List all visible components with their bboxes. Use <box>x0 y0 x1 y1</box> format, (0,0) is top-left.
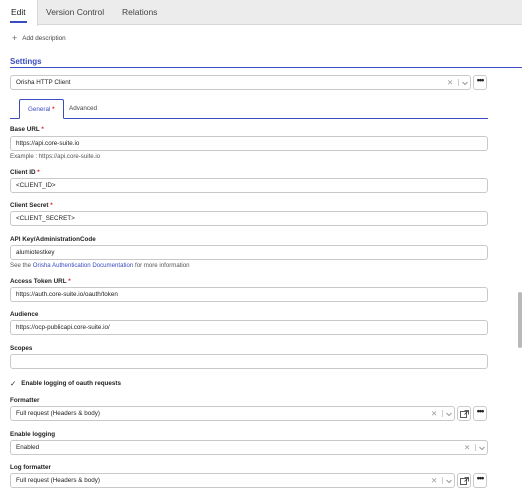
api-key-help: See the Orisha Authentication Documentat… <box>10 262 190 269</box>
client-select-value: Orisha HTTP Client <box>16 79 71 86</box>
plus-icon: + <box>12 33 18 43</box>
subtab-general-required-marker: * <box>52 106 55 113</box>
formatter-label: Formatter <box>10 397 40 404</box>
client-id-label-text: Client ID <box>10 169 36 176</box>
clear-icon[interactable]: ✕ <box>431 407 437 420</box>
api-key-value: alumiotestkey <box>16 249 55 256</box>
ellipsis-icon: ••• <box>476 473 485 483</box>
client-secret-label-text: Client Secret <box>10 202 49 209</box>
audience-label: Audience <box>10 311 39 318</box>
audience-input[interactable]: https://ocp-publicapi.core-suite.io/ <box>10 320 488 335</box>
client-id-label: Client ID * <box>10 169 40 176</box>
api-key-label: API Key/AdministrationCode <box>10 236 96 243</box>
base-url-label-text: Base URL <box>10 126 40 133</box>
tab-version-control[interactable]: Version Control <box>35 0 115 25</box>
required-marker: * <box>41 126 44 133</box>
top-tab-bar: Edit Version Control Relations <box>0 0 522 26</box>
client-id-value: <CLIENT_ID> <box>16 182 56 189</box>
base-url-label: Base URL * <box>10 126 44 133</box>
checkmark-icon: ✓ <box>10 379 17 388</box>
enable-logging-select[interactable]: Enabled ✕ <box>10 440 488 455</box>
required-marker: * <box>50 202 53 209</box>
client-secret-label: Client Secret * <box>10 202 53 209</box>
add-description-button[interactable]: + Add description <box>12 34 66 43</box>
client-select[interactable]: Orisha HTTP Client ✕ <box>10 75 471 90</box>
select-separator <box>458 79 459 86</box>
chevron-down-icon[interactable] <box>478 444 486 452</box>
subtab-general-label: General <box>28 106 51 113</box>
authentication-docs-link[interactable]: Orisha Authentication Documentation <box>33 262 134 269</box>
client-secret-input[interactable]: <CLIENT_SECRET> <box>10 211 488 226</box>
settings-heading: Settings <box>10 57 42 66</box>
chevron-down-icon[interactable] <box>445 410 453 418</box>
oauth-logging-label: Enable logging of oauth requests <box>21 380 122 387</box>
tab-relations[interactable]: Relations <box>111 0 168 25</box>
base-url-input[interactable]: https://api.core-suite.io <box>10 136 488 151</box>
open-dialog-icon <box>459 476 469 485</box>
required-marker: * <box>68 278 71 285</box>
api-key-input[interactable]: alumiotestkey <box>10 245 488 260</box>
scrollbar[interactable] <box>518 292 522 348</box>
log-formatter-label: Log formatter <box>10 464 51 471</box>
ellipsis-icon: ••• <box>476 406 485 416</box>
tab-edit-underline <box>10 21 27 23</box>
ellipsis-icon: ••• <box>476 75 485 85</box>
api-key-help-prefix: See the <box>10 262 33 269</box>
oauth-logging-checkbox[interactable]: ✓ Enable logging of oauth requests <box>10 379 121 388</box>
clear-icon[interactable]: ✕ <box>447 76 453 89</box>
open-dialog-icon <box>459 409 469 418</box>
log-formatter-value: Full request (Headers & body) <box>16 477 100 484</box>
select-separator <box>442 410 443 417</box>
base-url-help: Example : https://api.core-suite.io <box>10 153 101 160</box>
clear-icon[interactable]: ✕ <box>464 441 470 454</box>
log-formatter-open-button[interactable] <box>457 473 471 488</box>
select-separator <box>475 444 476 451</box>
subtab-general[interactable]: General * <box>19 99 64 119</box>
api-key-help-suffix: for more information <box>133 262 190 269</box>
formatter-select[interactable]: Full request (Headers & body) ✕ <box>10 406 455 421</box>
formatter-value: Full request (Headers & body) <box>16 410 100 417</box>
token-url-value: https://auth.core-suite.io/oauth/token <box>16 291 118 298</box>
scopes-input[interactable] <box>10 354 488 369</box>
client-id-input[interactable]: <CLIENT_ID> <box>10 178 488 193</box>
client-secret-value: <CLIENT_SECRET> <box>16 215 75 222</box>
clear-icon[interactable]: ✕ <box>431 474 437 487</box>
token-url-label-text: Access Token URL <box>10 278 67 285</box>
add-description-label: Add description <box>22 35 66 42</box>
chevron-down-icon[interactable] <box>445 477 453 485</box>
log-formatter-select[interactable]: Full request (Headers & body) ✕ <box>10 473 455 488</box>
token-url-input[interactable]: https://auth.core-suite.io/oauth/token <box>10 287 488 302</box>
tab-edit-label: Edit <box>11 7 26 17</box>
client-more-options-button[interactable]: ••• <box>473 75 487 90</box>
formatter-open-button[interactable] <box>457 406 471 421</box>
log-formatter-more-options-button[interactable]: ••• <box>473 473 487 488</box>
token-url-label: Access Token URL * <box>10 278 71 285</box>
formatter-more-options-button[interactable]: ••• <box>473 406 487 421</box>
settings-underline <box>10 67 522 68</box>
required-marker: * <box>37 169 40 176</box>
scopes-label: Scopes <box>10 345 33 352</box>
enable-logging-label: Enable logging <box>10 431 56 438</box>
chevron-down-icon[interactable] <box>461 79 469 87</box>
tab-edit[interactable]: Edit <box>0 0 38 26</box>
enable-logging-value: Enabled <box>16 444 40 451</box>
subtab-advanced[interactable]: Advanced <box>61 99 105 119</box>
select-separator <box>442 477 443 484</box>
base-url-value: https://api.core-suite.io <box>16 140 80 147</box>
audience-value: https://ocp-publicapi.core-suite.io/ <box>16 324 110 331</box>
